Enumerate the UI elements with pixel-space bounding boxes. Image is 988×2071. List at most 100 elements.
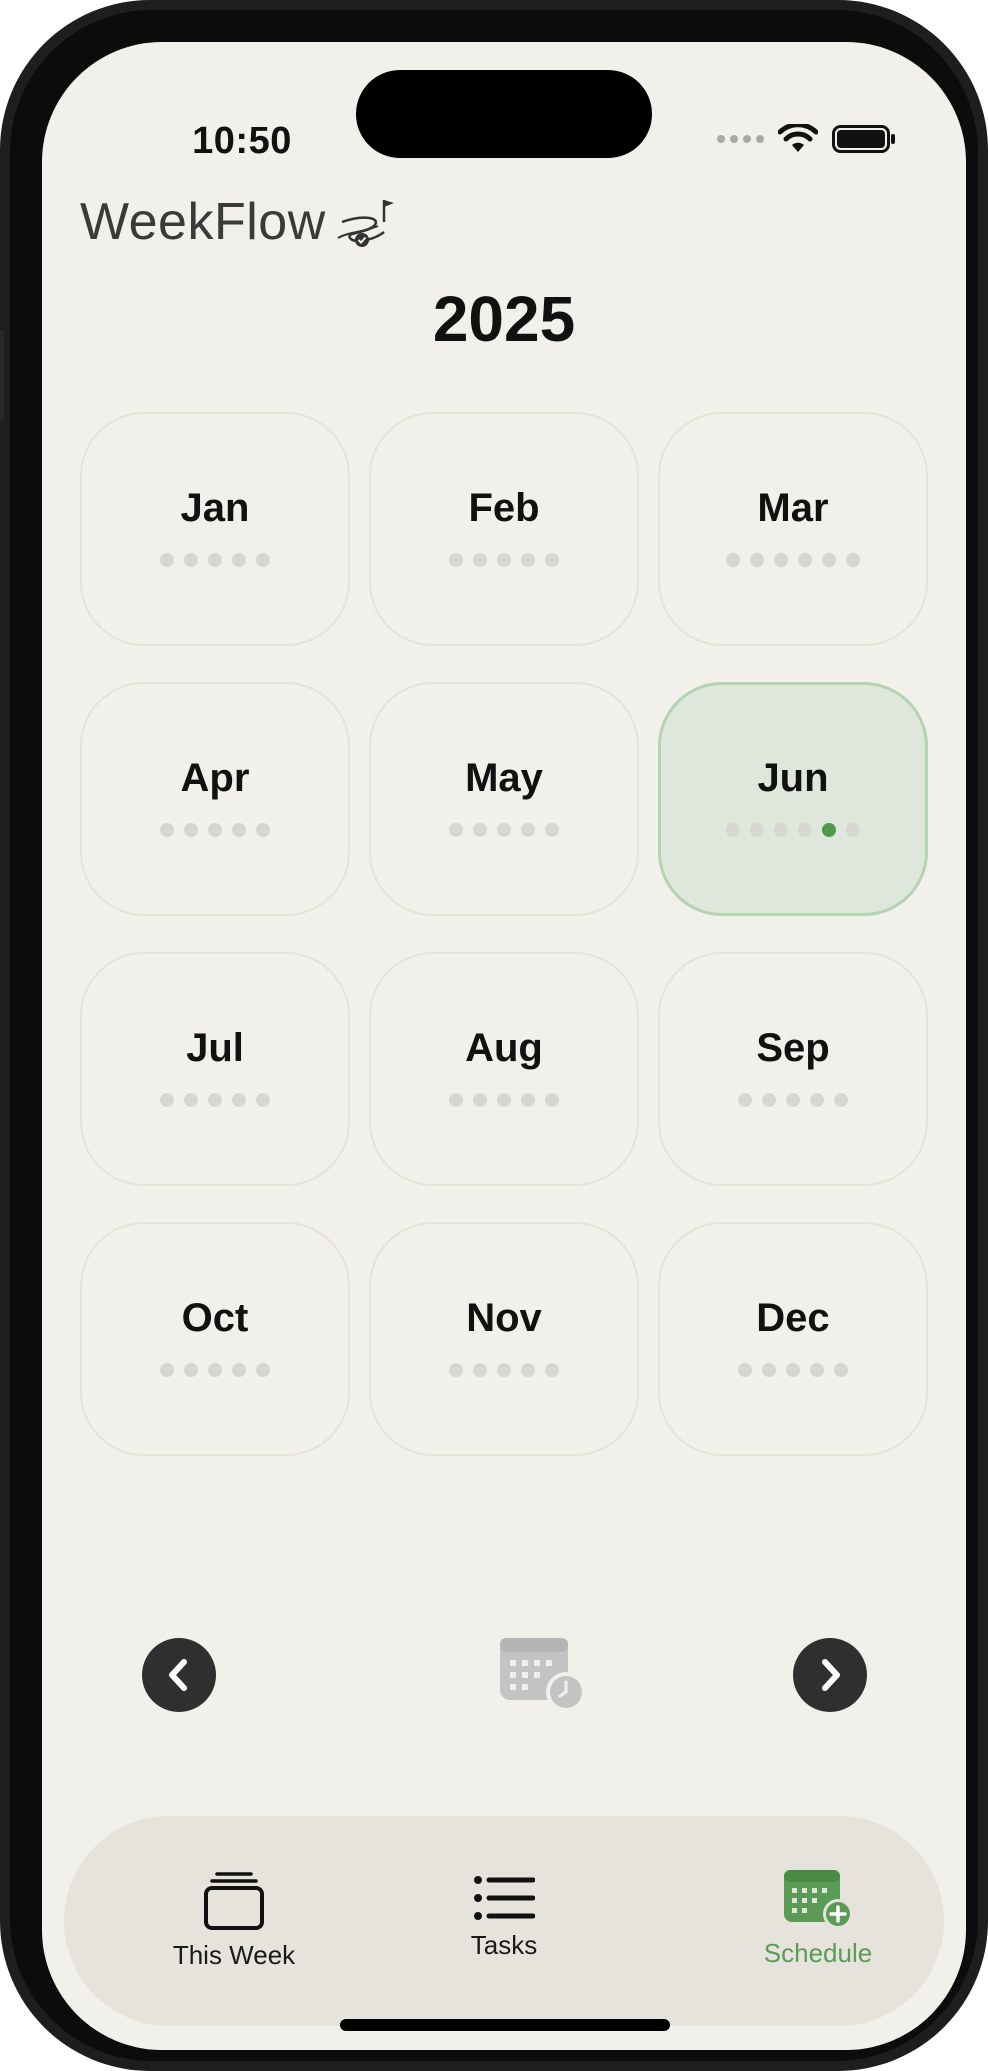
week-dot — [738, 1092, 752, 1107]
week-dot — [232, 822, 246, 837]
month-card-nov[interactable]: Nov — [369, 1222, 639, 1456]
device-bezel: 10:50 WeekFlow 2025 Jan Feb Mar Apr May … — [10, 10, 978, 2061]
month-card-apr[interactable]: Apr — [80, 682, 350, 916]
week-dot — [232, 1362, 246, 1377]
dynamic-island — [356, 70, 652, 158]
week-dot — [256, 1362, 270, 1377]
week-dot — [545, 1092, 559, 1107]
week-dot — [232, 1092, 246, 1107]
week-dot — [750, 822, 764, 837]
month-card-sep[interactable]: Sep — [658, 952, 928, 1186]
week-dot — [774, 822, 788, 837]
month-label: Feb — [468, 485, 540, 530]
week-dot — [208, 1092, 222, 1107]
month-label: Nov — [466, 1295, 542, 1340]
month-label: Jul — [186, 1025, 244, 1070]
month-label: Aug — [465, 1025, 543, 1070]
calendar-add-icon — [784, 1870, 853, 1929]
device-frame: 10:50 WeekFlow 2025 Jan Feb Mar Apr May … — [0, 0, 988, 2071]
route-flag-icon — [337, 200, 394, 247]
stack-icon — [204, 1872, 264, 1930]
week-dot — [774, 552, 788, 567]
tab-bar: This Week Tasks Schedule — [64, 1816, 944, 2026]
tab-schedule-label: Schedule — [763, 1938, 873, 1968]
week-dot — [762, 1362, 776, 1377]
month-card-jul[interactable]: Jul — [80, 952, 350, 1186]
week-dot — [208, 552, 222, 567]
week-dots — [738, 1362, 848, 1377]
month-label: Oct — [181, 1295, 249, 1340]
week-dot — [521, 552, 535, 567]
app-name: WeekFlow — [80, 193, 326, 251]
month-card-may[interactable]: May — [369, 682, 639, 916]
year-title: 2025 — [432, 283, 576, 355]
month-grid: Jan Feb Mar Apr May Jun Jul Aug Sep Oct Nov Dec — [80, 412, 928, 1456]
tab-tasks-label: Tasks — [470, 1930, 538, 1960]
status-time: 10:50 — [192, 120, 292, 162]
week-dot — [822, 552, 836, 567]
week-dots — [449, 1362, 559, 1377]
month-card-oct[interactable]: Oct — [80, 1222, 350, 1456]
week-dot — [256, 822, 270, 837]
next-year-button[interactable] — [793, 1638, 867, 1712]
week-dot — [762, 1092, 776, 1107]
week-dots — [160, 552, 270, 567]
calendar-clock-icon — [500, 1638, 586, 1712]
month-card-aug[interactable]: Aug — [369, 952, 639, 1186]
go-to-today-button[interactable] — [498, 1634, 590, 1719]
week-dots — [726, 822, 860, 837]
month-label: Jan — [180, 485, 250, 530]
month-card-mar[interactable]: Mar — [658, 412, 928, 646]
week-dot — [798, 822, 812, 837]
week-dot — [184, 1362, 198, 1377]
week-dot — [160, 552, 174, 567]
week-dot — [473, 1362, 487, 1377]
week-dot — [846, 822, 860, 837]
week-dots — [449, 822, 559, 837]
month-label: Jun — [757, 755, 829, 800]
week-dot — [786, 1362, 800, 1377]
week-dot — [473, 552, 487, 567]
battery-icon — [832, 125, 895, 153]
week-dot — [726, 822, 740, 837]
tab-this-week[interactable]: This Week — [138, 1816, 330, 2026]
tab-tasks[interactable]: Tasks — [432, 1816, 576, 2026]
week-dot — [834, 1362, 848, 1377]
month-label: Mar — [757, 485, 829, 530]
week-dot — [449, 1092, 463, 1107]
week-dot — [521, 822, 535, 837]
month-card-jan[interactable]: Jan — [80, 412, 350, 646]
week-dot — [834, 1092, 848, 1107]
week-dot — [810, 1092, 824, 1107]
week-dot — [473, 822, 487, 837]
week-dot — [184, 822, 198, 837]
week-dot — [449, 1362, 463, 1377]
app-logo: WeekFlow — [80, 192, 400, 252]
week-dot — [256, 552, 270, 567]
month-card-feb[interactable]: Feb — [369, 412, 639, 646]
current-week-dot — [822, 822, 836, 837]
week-dot — [497, 822, 511, 837]
month-card-jun[interactable]: Jun — [658, 682, 928, 916]
previous-year-button[interactable] — [142, 1638, 216, 1712]
tab-this-week-label: This Week — [172, 1940, 296, 1970]
week-dot — [545, 822, 559, 837]
tab-schedule[interactable]: Schedule — [738, 1816, 898, 2026]
side-button — [0, 330, 4, 420]
month-label: May — [465, 755, 543, 800]
home-indicator[interactable] — [340, 2019, 670, 2031]
week-dot — [738, 1362, 752, 1377]
week-dot — [160, 822, 174, 837]
week-dot — [786, 1092, 800, 1107]
month-label: Dec — [756, 1295, 830, 1340]
week-dot — [521, 1362, 535, 1377]
week-dot — [846, 552, 860, 567]
week-dot — [810, 1362, 824, 1377]
chevron-left-icon — [169, 1659, 187, 1691]
week-dot — [160, 1362, 174, 1377]
week-dot — [521, 1092, 535, 1107]
week-dot — [184, 552, 198, 567]
month-card-dec[interactable]: Dec — [658, 1222, 928, 1456]
week-dot — [545, 1362, 559, 1377]
week-dot — [449, 552, 463, 567]
